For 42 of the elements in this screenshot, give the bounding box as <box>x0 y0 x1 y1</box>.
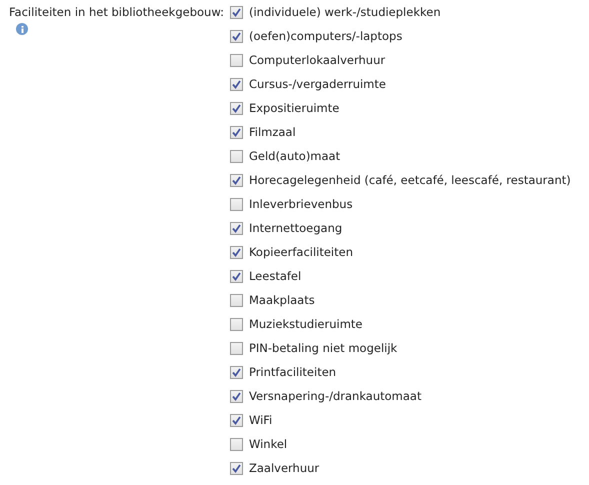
checkbox[interactable] <box>230 6 243 18</box>
checkbox[interactable] <box>230 150 243 162</box>
option-label: Muziekstudieruimte <box>248 317 363 331</box>
checkbox[interactable] <box>230 342 243 354</box>
option-label: (oefen)computers/-laptops <box>248 29 402 43</box>
option-label: Cursus-/vergaderruimte <box>248 77 386 91</box>
checkbox[interactable] <box>230 246 243 258</box>
option-label: Winkel <box>248 437 288 451</box>
option-label: Expositieruimte <box>248 101 340 115</box>
checkbox[interactable] <box>230 54 243 66</box>
option-label: Internettoegang <box>248 221 342 235</box>
checkbox[interactable] <box>230 414 243 426</box>
option-label: Horecagelegenheid (café, eetcafé, leescafé, restaurant) <box>248 173 571 187</box>
option-label: (individuele) werk-/studieplekken <box>248 5 441 19</box>
info-icon[interactable] <box>16 23 28 35</box>
checkbox[interactable] <box>230 222 243 234</box>
option-label: Inleverbrievenbus <box>248 197 353 211</box>
checkbox[interactable] <box>230 438 243 450</box>
option-label: Maakplaats <box>248 293 315 307</box>
checkbox[interactable] <box>230 294 243 306</box>
option-label: Zaalverhuur <box>248 461 320 475</box>
option-label: Computerlokaalverhuur <box>248 53 386 67</box>
checkbox[interactable] <box>230 78 243 90</box>
checkbox[interactable] <box>230 174 243 186</box>
option-label: Leestafel <box>248 269 302 283</box>
option-label: PIN-betaling niet mogelijk <box>248 341 398 355</box>
option-label: Kopieerfaciliteiten <box>248 245 354 259</box>
checkbox[interactable] <box>230 462 243 474</box>
checkbox[interactable] <box>230 390 243 402</box>
option-label: Filmzaal <box>248 125 296 139</box>
checkbox[interactable] <box>230 318 243 330</box>
checkbox[interactable] <box>230 102 243 114</box>
option-label: Versnapering-/drankautomaat <box>248 389 422 403</box>
checkbox[interactable] <box>230 30 243 42</box>
checkbox[interactable] <box>230 270 243 282</box>
checkbox[interactable] <box>230 126 243 138</box>
checkbox[interactable] <box>230 198 243 210</box>
option-label: WiFi <box>248 413 272 427</box>
field-label: Faciliteiten in het bibliotheekgebouw: <box>9 4 224 21</box>
option-label: Printfaciliteiten <box>248 365 336 379</box>
option-label: Geld(auto)maat <box>248 149 340 163</box>
checkbox[interactable] <box>230 366 243 378</box>
